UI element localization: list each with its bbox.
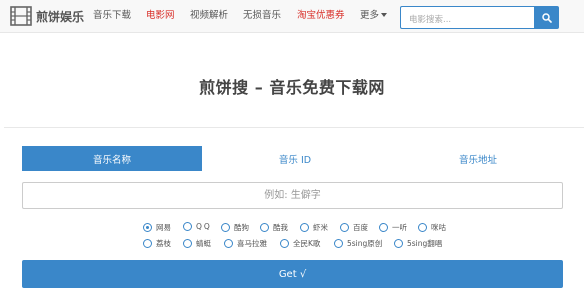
movie-search-box	[400, 6, 534, 31]
source-radio-5sing-cover[interactable]: 5sing翻唱	[394, 238, 442, 249]
film-icon	[10, 6, 32, 26]
source-label: 酷我	[273, 223, 288, 232]
source-label: 咪咕	[431, 223, 446, 232]
radio-icon	[260, 223, 269, 232]
source-radio-5sing-original[interactable]: 5sing原创	[334, 238, 382, 249]
radio-icon	[224, 239, 233, 248]
source-radio-kuwo[interactable]: 酷我	[260, 222, 288, 233]
tab-music-id[interactable]: 音乐 ID	[205, 146, 385, 171]
source-label: 5sing翻唱	[407, 239, 443, 248]
music-search-input[interactable]	[23, 183, 562, 208]
source-label: 全民K歌	[293, 239, 321, 248]
brand-name: 煎饼娱乐	[36, 9, 85, 24]
search-button[interactable]	[534, 6, 559, 29]
source-label: 荔枝	[156, 239, 171, 248]
music-search-box	[22, 182, 563, 209]
source-label: 酷狗	[234, 223, 249, 232]
brand-logo[interactable]: 煎饼娱乐	[10, 5, 84, 27]
source-label: 虾米	[313, 223, 328, 232]
chevron-down-icon	[381, 12, 388, 17]
radio-icon	[183, 239, 192, 248]
source-radio-xiami[interactable]: 虾米	[300, 222, 328, 233]
source-label: 百度	[353, 223, 368, 232]
radio-icon	[340, 223, 349, 232]
radio-icon	[183, 222, 192, 231]
source-label: 喜马拉雅	[237, 239, 267, 248]
divider	[4, 127, 584, 128]
radio-icon	[334, 239, 343, 248]
nav-more-label: 更多	[360, 10, 380, 21]
source-label: QQ	[196, 222, 212, 231]
radio-icon	[280, 239, 289, 248]
source-label: 一听	[392, 223, 407, 232]
radio-checked-icon	[143, 223, 152, 232]
source-radio-quanmin-kge[interactable]: 全民K歌	[280, 238, 320, 249]
radio-icon	[143, 239, 152, 248]
top-navbar: 煎饼娱乐 音乐下载 电影网 视频解析 无损音乐 淘宝优惠券 更多	[0, 0, 584, 33]
nav-item-music-download[interactable]: 音乐下载	[93, 10, 131, 22]
nav-item-taobao-coupon[interactable]: 淘宝优惠券	[297, 10, 345, 22]
source-radio-kugou[interactable]: 酷狗	[221, 222, 249, 233]
source-radio-1ting[interactable]: 一听	[379, 222, 407, 233]
get-button[interactable]: Get √	[22, 260, 563, 288]
nav-item-movie[interactable]: 电影网	[146, 10, 175, 22]
page-title: 煎饼搜 – 音乐免费下载网	[199, 78, 385, 97]
search-icon	[541, 12, 552, 23]
source-radio-lizhi[interactable]: 荔枝	[143, 238, 171, 249]
source-radio-qq[interactable]: QQ	[183, 222, 212, 231]
source-radio-netease[interactable]: 网易	[143, 222, 171, 233]
source-label: 5sing原创	[347, 239, 383, 248]
radio-icon	[394, 239, 403, 248]
radio-icon	[300, 223, 309, 232]
radio-icon	[221, 223, 230, 232]
source-label: 蜻蜓	[196, 239, 211, 248]
tab-music-url[interactable]: 音乐地址	[388, 146, 568, 171]
radio-icon	[418, 223, 427, 232]
source-radio-ximalaya[interactable]: 喜马拉雅	[224, 238, 267, 249]
nav-item-more[interactable]: 更多	[360, 10, 388, 22]
tab-music-name[interactable]: 音乐名称	[22, 146, 202, 171]
source-radio-baidu[interactable]: 百度	[340, 222, 368, 233]
radio-icon	[379, 223, 388, 232]
nav-item-video-parse[interactable]: 视频解析	[190, 10, 228, 22]
source-radio-qingting[interactable]: 蜻蜓	[183, 238, 211, 249]
source-radio-migu[interactable]: 咪咕	[418, 222, 446, 233]
source-label: 网易	[156, 223, 171, 232]
nav-item-lossless-music[interactable]: 无损音乐	[243, 10, 281, 22]
movie-search-input[interactable]	[401, 9, 534, 31]
